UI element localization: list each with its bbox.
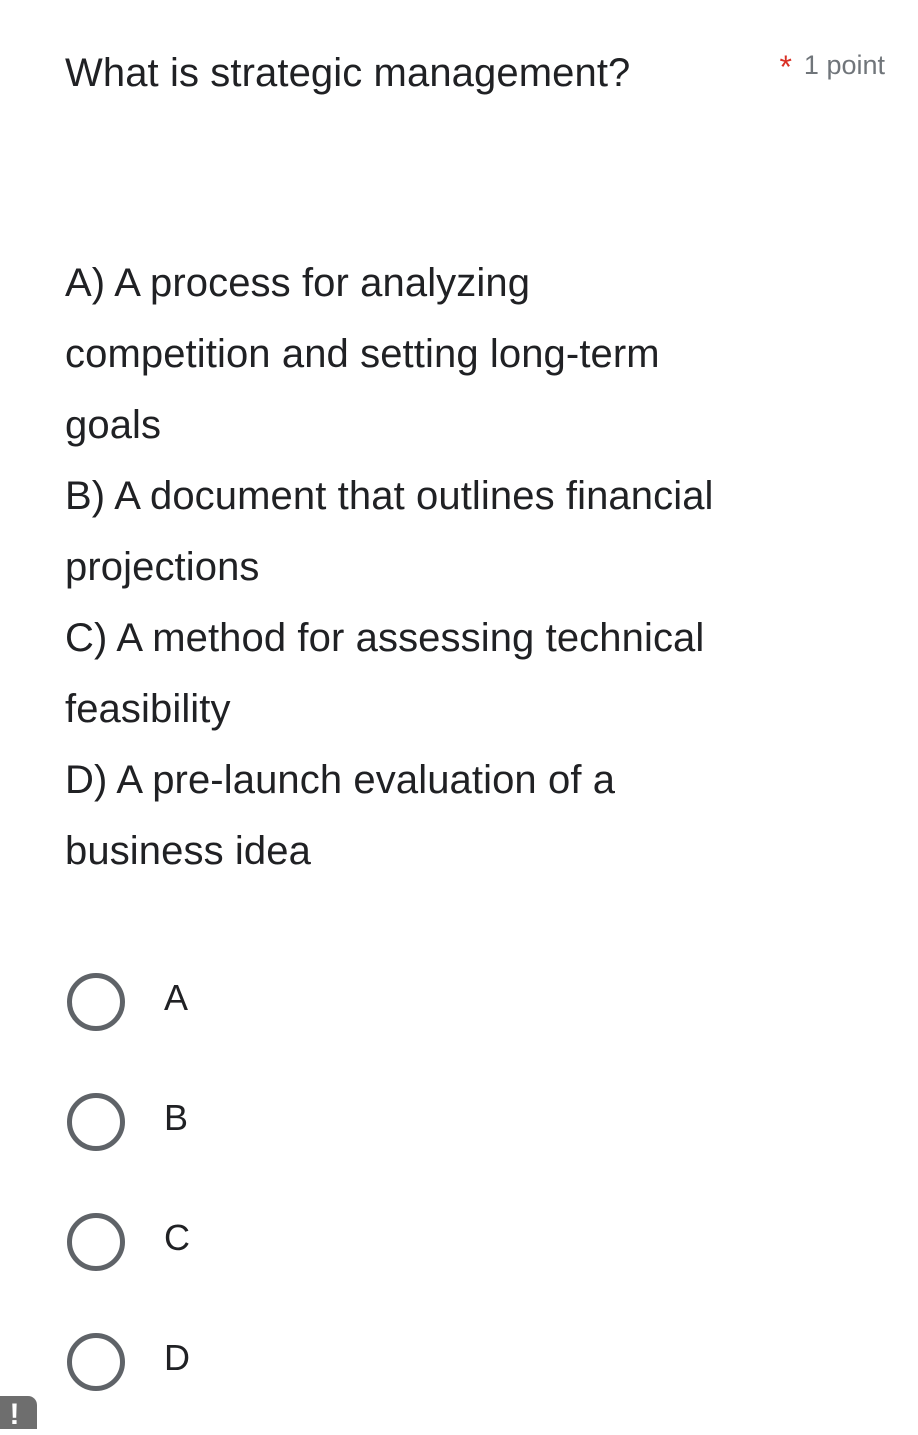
option-label-c: C [164, 1217, 191, 1258]
exclamation-icon: ! [9, 1398, 20, 1430]
question-description: A) A process for analyzing competition a… [65, 261, 714, 873]
question-card: What is strategic management? * 1 point … [0, 0, 918, 1429]
option-row-a[interactable]: A [0, 955, 918, 1075]
points-container: * 1 point [779, 47, 885, 85]
option-row-b[interactable]: B [0, 1075, 918, 1195]
question-title: What is strategic management? [65, 51, 631, 95]
option-label-b: B [164, 1097, 189, 1138]
radio-button-c[interactable] [67, 1213, 125, 1271]
alert-badge[interactable]: ! [0, 1396, 37, 1429]
option-label-d: D [164, 1337, 191, 1378]
option-label-a: A [164, 977, 189, 1018]
points-label: 1 point [803, 50, 885, 80]
option-row-c[interactable]: C [0, 1195, 918, 1315]
answer-options-list: A B C D [0, 955, 918, 1435]
radio-button-a[interactable] [67, 973, 125, 1031]
question-header: What is strategic management? * 1 point [65, 38, 885, 109]
radio-button-d[interactable] [67, 1333, 125, 1391]
required-asterisk-icon: * [779, 49, 792, 85]
radio-button-b[interactable] [67, 1093, 125, 1151]
option-row-d[interactable]: D [0, 1315, 918, 1435]
